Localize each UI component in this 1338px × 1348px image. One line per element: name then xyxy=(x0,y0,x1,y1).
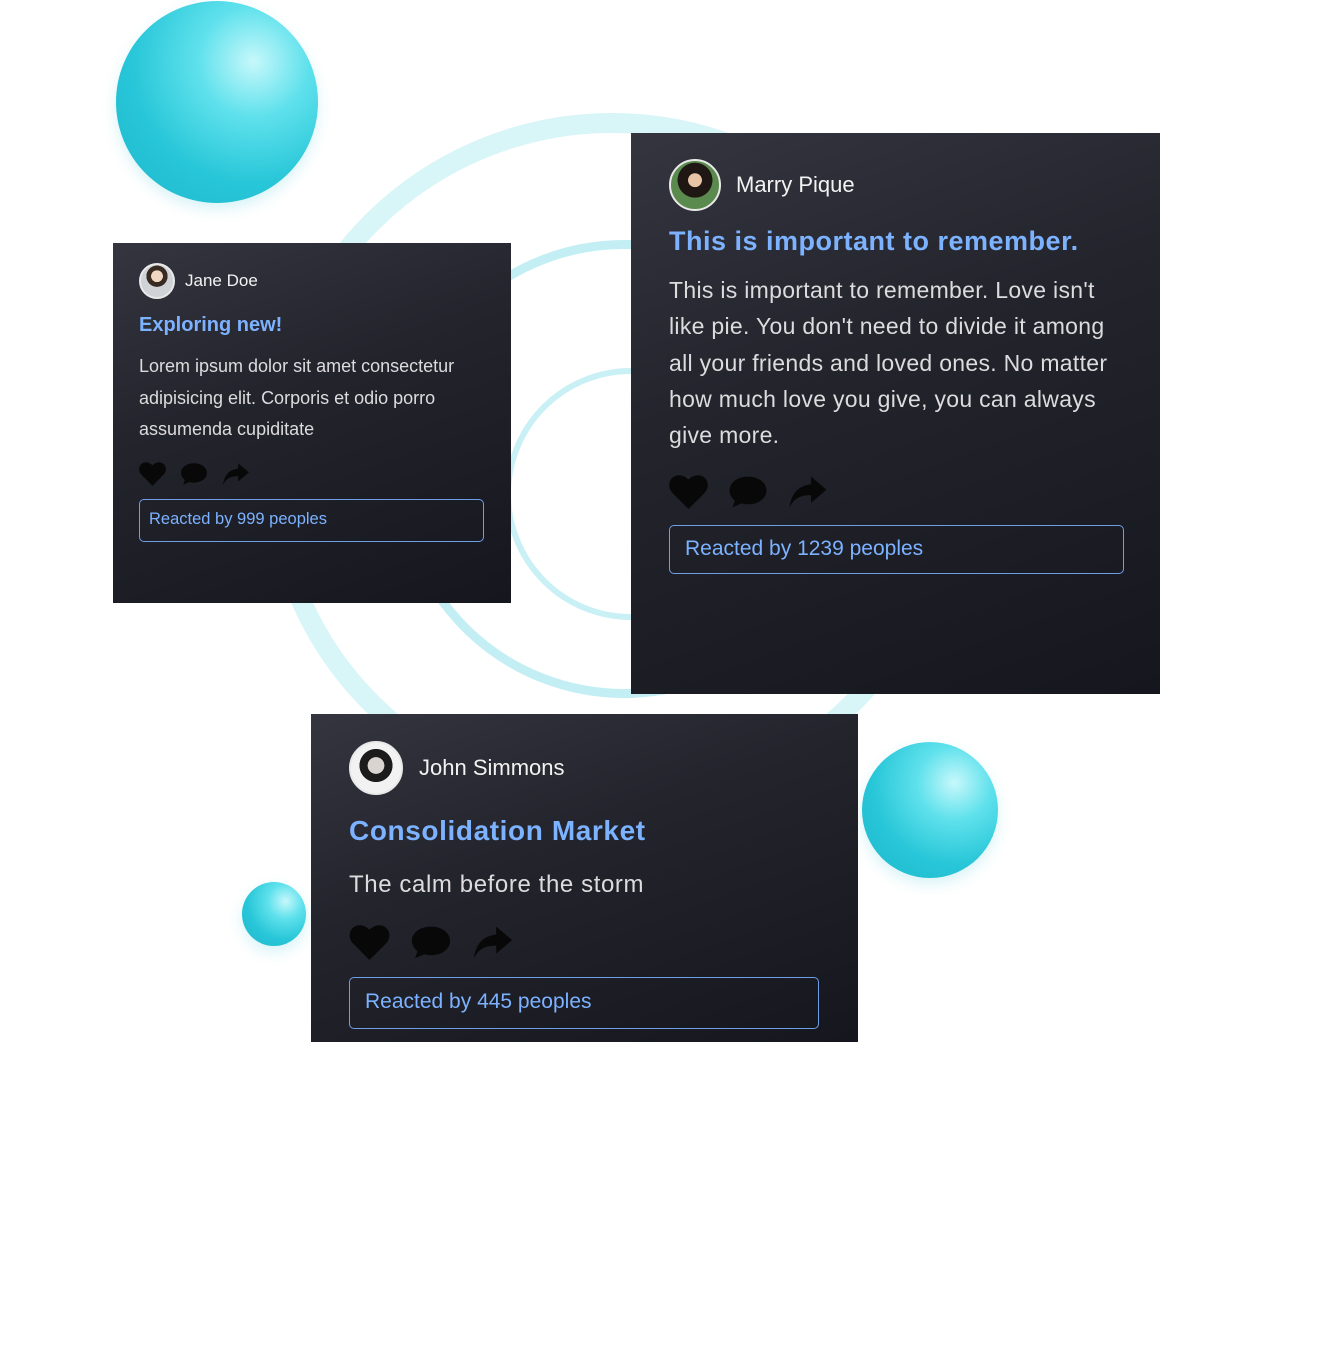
post-body: The calm before the storm xyxy=(349,871,645,898)
post-body: Lorem ipsum dolor sit amet consectetur a… xyxy=(139,356,455,439)
post-title: Consolidation Market xyxy=(349,815,646,846)
author-name[interactable]: Marry Pique xyxy=(736,172,855,198)
share-icon[interactable] xyxy=(472,925,514,960)
post-title: Exploring new! xyxy=(139,314,283,336)
decorative-sphere-small xyxy=(242,882,306,946)
post-title: This is important to remember. xyxy=(669,226,1079,256)
reactions-button[interactable]: Reacted by 445 peoples xyxy=(349,977,819,1029)
post-header: John Simmons xyxy=(349,741,820,795)
post-actions xyxy=(669,475,1122,510)
avatar[interactable] xyxy=(669,159,721,211)
post-header: Marry Pique xyxy=(669,159,1122,211)
heart-icon[interactable] xyxy=(349,925,390,960)
decorative-sphere-right xyxy=(862,742,998,878)
post-header: Jane Doe xyxy=(139,263,485,299)
post-actions xyxy=(349,925,820,960)
author-name[interactable]: John Simmons xyxy=(419,755,565,781)
post-body: This is important to remember. Love isn'… xyxy=(669,277,1108,449)
post-card-marry-pique: Marry Pique This is important to remembe… xyxy=(631,133,1160,694)
share-icon[interactable] xyxy=(788,475,828,509)
decorative-sphere-top xyxy=(116,1,318,203)
avatar[interactable] xyxy=(349,741,403,795)
post-actions xyxy=(139,461,485,486)
heart-icon[interactable] xyxy=(669,475,708,510)
comment-icon[interactable] xyxy=(180,462,208,486)
author-name[interactable]: Jane Doe xyxy=(185,271,258,291)
reactions-button[interactable]: Reacted by 1239 peoples xyxy=(669,525,1124,575)
share-icon[interactable] xyxy=(222,462,250,486)
avatar[interactable] xyxy=(139,263,175,299)
heart-icon[interactable] xyxy=(139,461,166,486)
reactions-button[interactable]: Reacted by 999 peoples xyxy=(139,498,484,542)
comment-icon[interactable] xyxy=(728,475,768,509)
post-card-jane-doe: Jane Doe Exploring new! Lorem ipsum dolo… xyxy=(113,243,511,603)
comment-icon[interactable] xyxy=(410,925,452,960)
post-card-john-simmons: John Simmons Consolidation Market The ca… xyxy=(311,714,858,1042)
